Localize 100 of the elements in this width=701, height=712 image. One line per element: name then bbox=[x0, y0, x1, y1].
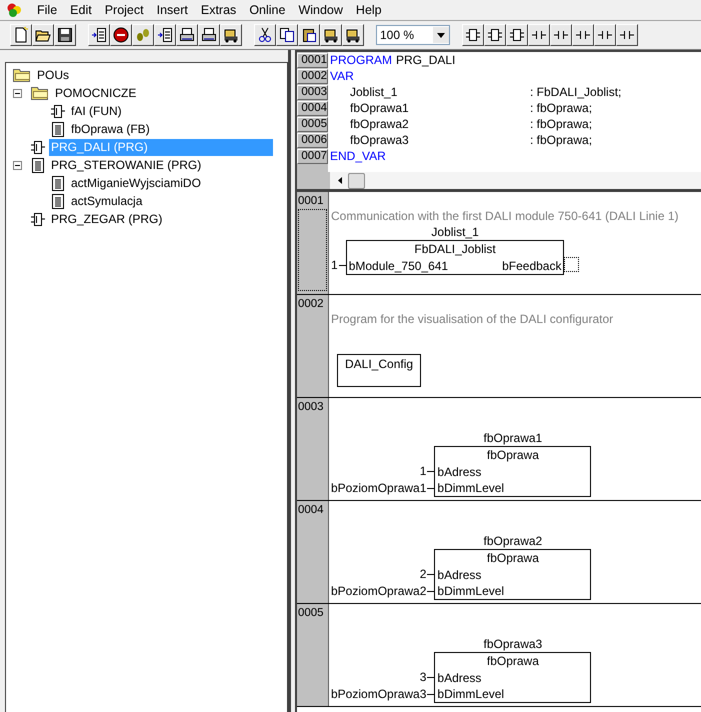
menu-item[interactable]: Help bbox=[350, 2, 388, 18]
function-block-icon bbox=[51, 104, 65, 118]
paste-icon[interactable] bbox=[298, 24, 320, 46]
variable-name: fbOprawa1 bbox=[350, 101, 410, 115]
network-number: 0002 bbox=[297, 297, 325, 310]
line-number: 0003 bbox=[297, 84, 328, 100]
collapse-icon[interactable] bbox=[13, 160, 22, 170]
copy-icon[interactable] bbox=[276, 24, 298, 46]
network-number-column[interactable]: 0004 bbox=[297, 501, 329, 603]
network-number-column[interactable]: 0003 bbox=[297, 398, 329, 500]
code-keyword: PROGRAM bbox=[330, 53, 392, 67]
network-comment: Communication with the first DALI module 750-641 (DALI Linie 1) bbox=[331, 209, 680, 225]
function-block-icon bbox=[31, 212, 45, 226]
document-icon bbox=[31, 158, 45, 172]
stop-icon[interactable] bbox=[110, 24, 132, 46]
tree-item[interactable]: fbOprawa (FB) bbox=[69, 120, 152, 138]
block-type: fbOprawa bbox=[486, 550, 540, 567]
chip-icon[interactable] bbox=[506, 24, 528, 46]
code-keyword: VAR bbox=[330, 69, 354, 83]
network-number: 0001 bbox=[297, 194, 325, 207]
input-pin: bDimmLevel bbox=[436, 583, 506, 599]
document-icon bbox=[51, 176, 65, 190]
zoom-dropdown[interactable]: 100 % bbox=[376, 25, 450, 45]
app-logo-icon bbox=[6, 2, 24, 18]
instance-name: fbOprawa3 bbox=[484, 637, 542, 652]
collapse-icon[interactable] bbox=[13, 88, 22, 98]
line-number: 0005 bbox=[297, 116, 328, 132]
input-value: bPoziomOprawa1 bbox=[331, 480, 434, 497]
menu-item[interactable]: Extras bbox=[194, 2, 242, 18]
function-block-icon bbox=[31, 140, 45, 154]
variable-name: fbOprawa2 bbox=[350, 117, 410, 131]
save-icon[interactable] bbox=[54, 24, 76, 46]
input-value: bPoziomOprawa3 bbox=[331, 686, 434, 703]
scissors-icon[interactable] bbox=[254, 24, 276, 46]
document-icon bbox=[51, 194, 65, 208]
ladder-contact-icon[interactable] bbox=[616, 24, 638, 46]
input-pin: bAdress bbox=[436, 464, 482, 480]
code-keyword: END_VAR bbox=[330, 149, 386, 163]
line-number: 0002 bbox=[297, 68, 328, 84]
tree-item[interactable]: actMiganieWyjsciamiDO bbox=[69, 174, 203, 192]
variable-type: : fbOprawa; bbox=[530, 133, 592, 147]
printer-icon[interactable] bbox=[198, 24, 220, 46]
network-comment: Program for the visualisation of the DALI configurator bbox=[331, 312, 614, 328]
new-file-icon[interactable] bbox=[10, 24, 32, 46]
tree-item[interactable]: actSymulacja bbox=[69, 192, 144, 210]
variable-type: : FbDALI_Joblist; bbox=[530, 85, 622, 99]
input-pin: bDimmLevel bbox=[436, 480, 506, 496]
menu-item[interactable]: Window bbox=[292, 2, 349, 18]
function-block[interactable]: FbDALI_Joblist bModule_750_641 bFeedback bbox=[346, 240, 564, 275]
instance-name: fbOprawa1 bbox=[484, 431, 542, 446]
network-number-column[interactable]: 0002 bbox=[297, 295, 329, 397]
folder-icon bbox=[13, 68, 31, 82]
network-number-column[interactable]: 0005 bbox=[297, 604, 329, 706]
input-value: bPoziomOprawa2 bbox=[331, 583, 434, 600]
instance-name: Joblist_1 bbox=[431, 225, 479, 240]
line-number: 0006 bbox=[297, 132, 328, 148]
ladder-contact-icon[interactable] bbox=[528, 24, 550, 46]
tree-item[interactable]: POMOCNICZE bbox=[53, 84, 138, 102]
function-block[interactable]: fbOprawa bAdress bDimmLevel bbox=[434, 652, 592, 703]
function-block[interactable]: fbOprawa bAdress bDimmLevel bbox=[434, 446, 592, 497]
network-number-column[interactable]: 0001 bbox=[297, 192, 329, 294]
output-connector[interactable] bbox=[564, 257, 580, 272]
variable-type: : fbOprawa; bbox=[530, 101, 592, 115]
function-block[interactable]: fbOprawa bAdress bDimmLevel bbox=[434, 549, 592, 600]
instance-name: fbOprawa2 bbox=[484, 534, 542, 549]
tree-item[interactable]: POUs bbox=[35, 66, 72, 84]
ladder-contact-icon[interactable] bbox=[572, 24, 594, 46]
tree-item[interactable]: PRG_ZEGAR (PRG) bbox=[49, 210, 164, 228]
menu-item[interactable]: Online bbox=[243, 2, 292, 18]
menu-item[interactable]: File bbox=[31, 2, 64, 18]
printer-icon[interactable] bbox=[176, 24, 198, 46]
input-pin: bDimmLevel bbox=[436, 686, 506, 702]
open-folder-icon[interactable] bbox=[32, 24, 54, 46]
tree-item[interactable]: fAI (FUN) bbox=[69, 102, 124, 120]
network-number: 0004 bbox=[297, 503, 325, 516]
menu-item[interactable]: Project bbox=[98, 2, 150, 18]
footprints-icon[interactable] bbox=[132, 24, 154, 46]
input-value: 3 bbox=[420, 669, 434, 686]
menu-item[interactable]: Edit bbox=[64, 2, 98, 18]
variable-type: : fbOprawa; bbox=[530, 117, 592, 131]
horizontal-scrollbar[interactable] bbox=[330, 172, 701, 189]
document-icon bbox=[51, 122, 65, 136]
line-number: 0004 bbox=[297, 100, 328, 116]
chip-icon[interactable] bbox=[484, 24, 506, 46]
chip-icon[interactable] bbox=[462, 24, 484, 46]
input-pin: bModule_750_641 bbox=[348, 258, 450, 274]
ladder-contact-icon[interactable] bbox=[594, 24, 616, 46]
tree-item[interactable]: PRG_STEROWANIE (PRG) bbox=[49, 156, 204, 174]
network-number: 0005 bbox=[297, 606, 325, 619]
network-number: 0003 bbox=[297, 400, 325, 413]
line-number: 0001 bbox=[297, 52, 328, 68]
input-value: 2 bbox=[420, 566, 434, 583]
code-text: PRG_DALI bbox=[396, 53, 456, 67]
scrollbar-thumb[interactable] bbox=[348, 172, 365, 188]
folder-icon bbox=[31, 86, 49, 100]
ladder-contact-icon[interactable] bbox=[550, 24, 572, 46]
program-box[interactable]: DALI_Config bbox=[337, 354, 421, 387]
menu-item[interactable]: Insert bbox=[150, 2, 194, 18]
variable-name: Joblist_1 bbox=[350, 85, 398, 99]
scroll-left-icon[interactable] bbox=[338, 177, 342, 184]
